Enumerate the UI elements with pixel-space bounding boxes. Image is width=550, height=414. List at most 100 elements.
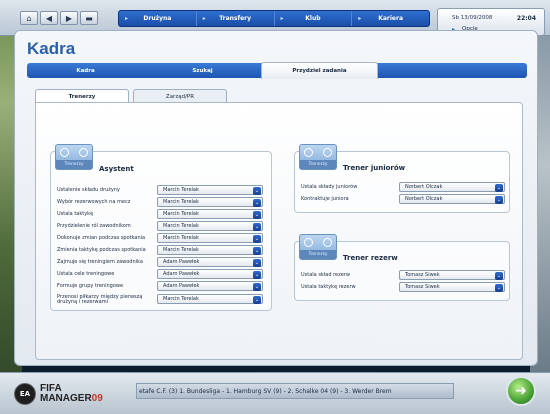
menu-icon[interactable]: ▬ [80,11,98,25]
dropdown-value: Tomasz Siwek [405,284,440,290]
assignee-dropdown[interactable]: Norbert Olczak ⌄ [399,182,505,192]
dropdown-value: Tomasz Siwek [405,272,440,278]
assignee-dropdown[interactable]: Marcin Terelak ⌄ [157,209,263,219]
dropdown-value: Marcin Terelak [163,235,199,241]
assignment-row: Ustalenie składu drużyny [57,185,120,196]
dropdown-value: Adam Pawełek [163,271,200,277]
chevron-down-icon: ⌄ [495,183,503,192]
arrow-right-icon: ▸ [125,15,129,22]
assignee-dropdown[interactable]: Tomasz Siwek ⌄ [399,270,505,280]
chevron-down-icon: ⌄ [253,198,261,207]
main-panel: Kadra Kadra Szukaj Przydziel zadania Tre… [14,30,538,366]
tab-zarzad-pr[interactable]: Zarząd/PR [133,89,227,103]
chevron-down-icon: ⌄ [495,283,503,292]
tab-trenerzy[interactable]: Trenerzy [35,89,129,103]
assignment-row: Kontraktuje juniora [301,194,349,205]
menu-item-label: Transfery [219,15,252,22]
assignment-row: Formuje grupy treningowe [57,281,123,292]
tab-szukaj[interactable]: Szukaj [144,63,261,78]
menu-item-kariera[interactable]: ▸ Kariera [352,11,429,26]
row-label: Przenosi piłkarzy między pierwszą drużyn… [57,293,143,305]
chevron-down-icon: ⌄ [495,195,503,204]
row-label: Kontraktuje juniora [301,195,349,202]
home-icon[interactable]: ⌂ [20,11,38,25]
dropdown-value: Marcin Terelak [163,247,199,253]
assignee-dropdown[interactable]: Marcin Terelak ⌄ [157,185,263,195]
chevron-down-icon: ⌄ [253,295,261,304]
assignment-row: Zmienia taktykę podczas spotkania [57,245,146,256]
dropdown-value: Marcin Terelak [163,296,199,302]
row-label: Ustala cele treningowe [57,270,115,277]
chevron-down-icon: ⌄ [495,271,503,280]
menu-item-transfery[interactable]: ▸ Transfery [197,11,275,26]
row-label: Ustala taktykę [57,210,94,217]
dropdown-value: Marcin Terelak [163,199,199,205]
assignment-row: Zajmuje się treningiem zawodnika [57,257,143,268]
coaches-card-icon: Trenerzy [55,144,93,170]
assignee-dropdown[interactable]: Adam Pawełek ⌄ [157,257,263,267]
assignee-dropdown[interactable]: Marcin Terelak ⌄ [157,245,263,255]
assignee-dropdown[interactable]: Adam Pawełek ⌄ [157,281,263,291]
tab-przydziel-zadania[interactable]: Przydziel zadania [261,62,378,79]
menu-item-label: Kariera [378,15,404,22]
assignment-row: Przydzielenie ról zawodnikom [57,221,131,232]
nav-buttons: ⌂ ◀ ▶ ▬ [20,11,98,25]
dropdown-value: Adam Pawełek [163,283,200,289]
tab-content: Trenerzy Asystent Ustalenie składu druży… [35,102,523,360]
coaches-card-icon: Trenerzy [299,234,337,260]
section-title: Trener juniorów [343,164,406,172]
section-title: Trener rezerw [343,254,398,262]
card-badge: Trenerzy [56,160,92,169]
assignee-dropdown[interactable]: Norbert Olczak ⌄ [399,194,505,204]
assignment-row: Wybór rezerwowych na mecz [57,197,130,208]
row-label: Ustala składy juniorów [301,183,358,190]
assignee-dropdown[interactable]: Marcin Terelak ⌄ [157,294,263,304]
back-icon[interactable]: ◀ [40,11,58,25]
bottom-bar: EA FIFA MANAGER09 etafe C.F. (3) 1. Bund… [0,372,550,414]
assignee-dropdown[interactable]: Tomasz Siwek ⌄ [399,282,505,292]
continue-button[interactable]: ➜ [506,376,536,406]
assignment-row: Ustala skład rezerw [301,270,350,281]
fifa-manager-logo: EA FIFA MANAGER09 [14,377,136,411]
row-label: Ustala taktykę rezerw [301,283,356,290]
assistant-section: Trenerzy Asystent Ustalenie składu druży… [50,144,272,311]
tab-kadra[interactable]: Kadra [27,63,144,78]
chevron-down-icon: ⌄ [253,270,261,279]
row-label: Wybór rezerwowych na mecz [57,198,131,205]
assignment-row: Ustala składy juniorów [301,182,357,193]
row-label: Dokonuje zmian podczas spotkania [57,234,146,241]
chevron-down-icon: ⌄ [253,246,261,255]
menu-item-druzyna[interactable]: ▸ Drużyna [119,11,197,26]
row-label: Formuje grupy treningowe [57,282,124,289]
dropdown-value: Adam Pawełek [163,259,200,265]
assignment-row: Dokonuje zmian podczas spotkania [57,233,145,244]
ea-sports-logo: EA [14,383,36,405]
reserve-coach-section: Trenerzy Trener rezerw Ustala skład reze… [294,234,510,301]
assignee-dropdown[interactable]: Marcin Terelak ⌄ [157,221,263,231]
section-title: Asystent [99,165,134,173]
main-tabs: Kadra Szukaj Przydziel zadania [27,62,527,79]
game-time: 22:04 [516,15,536,22]
assignment-row: Przenosi piłkarzy między pierwszą drużyn… [57,293,153,307]
sub-tabs: Trenerzy Zarząd/PR [35,89,227,103]
continue-arrow-icon: ➜ [515,383,527,399]
menu-item-label: Klub [305,15,321,22]
dropdown-value: Marcin Terelak [163,211,199,217]
forward-icon[interactable]: ▶ [60,11,78,25]
card-badge: Trenerzy [300,160,336,169]
assignee-dropdown[interactable]: Marcin Terelak ⌄ [157,233,263,243]
chevron-down-icon: ⌄ [253,222,261,231]
coaches-card-icon: Trenerzy [299,144,337,170]
menu-item-label: Drużyna [143,15,172,22]
page-title: Kadra [27,39,76,58]
menu-item-klub[interactable]: ▸ Klub [275,11,353,26]
row-label: Zajmuje się treningiem zawodnika [57,258,143,265]
chevron-down-icon: ⌄ [253,210,261,219]
logo-manager: MANAGER09 [40,393,103,404]
dropdown-value: Norbert Olczak [405,184,443,190]
chevron-down-icon: ⌄ [253,186,261,195]
assignee-dropdown[interactable]: Marcin Terelak ⌄ [157,197,263,207]
game-date: Sb 13/09/2008 [452,15,493,21]
assignee-dropdown[interactable]: Adam Pawełek ⌄ [157,269,263,279]
row-label: Przydzielenie ról zawodnikom [57,222,131,229]
